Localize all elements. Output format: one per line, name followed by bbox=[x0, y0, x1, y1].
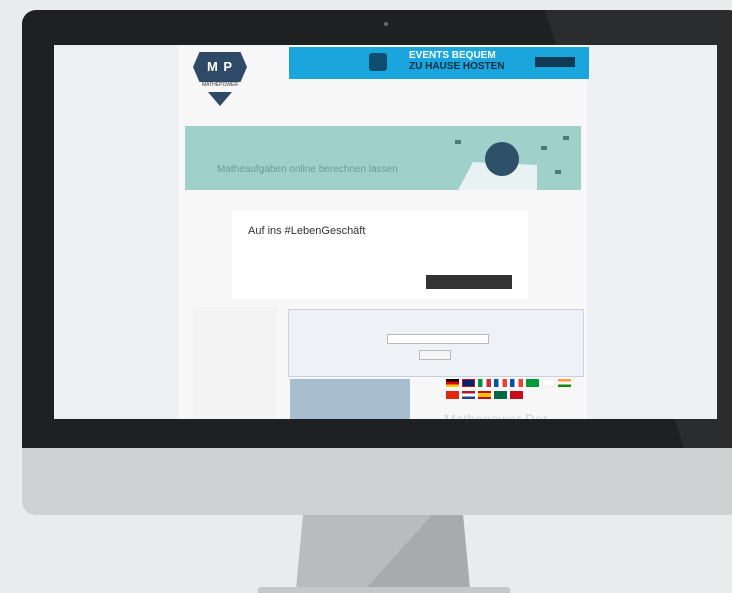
flag-icon[interactable] bbox=[510, 391, 523, 399]
ad-title: EVENTS BEQUEM ZU HAUSE HOSTEN bbox=[409, 50, 505, 72]
monitor-chin bbox=[22, 448, 732, 515]
search-button[interactable] bbox=[419, 350, 451, 360]
ad-banner[interactable]: EVENTS BEQUEM ZU HAUSE HOSTEN bbox=[289, 47, 589, 79]
language-flags bbox=[446, 379, 586, 409]
decorative-shape bbox=[455, 140, 461, 144]
flag-icon[interactable] bbox=[446, 379, 459, 387]
flag-icon[interactable] bbox=[494, 391, 507, 399]
hero-character-icon bbox=[485, 142, 519, 176]
flag-icon[interactable] bbox=[494, 379, 507, 387]
page-heading: Mathepower Der bbox=[444, 411, 548, 419]
logo-triangle-icon bbox=[208, 92, 232, 106]
screen: M P MATHEPOWER EVENTS BEQUEM ZU HAUSE HO… bbox=[54, 45, 717, 419]
promo-image[interactable] bbox=[290, 379, 410, 419]
hero-tagline: Matheaufgaben online berechnen lassen bbox=[217, 164, 398, 175]
site-logo[interactable]: M P MATHEPOWER bbox=[190, 52, 250, 108]
flag-icon[interactable] bbox=[462, 379, 475, 387]
logo-mark: M P bbox=[193, 52, 247, 82]
decorative-shape bbox=[541, 146, 547, 150]
decorative-shape bbox=[563, 136, 569, 140]
logo-subtitle: MATHEPOWER bbox=[201, 82, 239, 88]
ad-title-line1: EVENTS BEQUEM bbox=[409, 50, 496, 61]
consent-button[interactable] bbox=[426, 275, 512, 289]
flag-icon[interactable] bbox=[478, 391, 491, 399]
decorative-shape bbox=[555, 170, 561, 174]
monitor-base bbox=[258, 587, 510, 593]
flag-icon[interactable] bbox=[542, 379, 555, 387]
flag-icon[interactable] bbox=[558, 379, 571, 387]
flag-icon[interactable] bbox=[462, 391, 475, 399]
consent-box: Auf ins #LebenGeschäft bbox=[232, 211, 528, 299]
search-panel bbox=[288, 309, 584, 377]
flag-icon[interactable] bbox=[478, 379, 491, 387]
sidebar bbox=[193, 307, 277, 419]
ad-button[interactable] bbox=[535, 57, 575, 67]
flag-icon[interactable] bbox=[526, 379, 539, 387]
ad-image-icon bbox=[369, 53, 387, 71]
search-input[interactable] bbox=[387, 334, 489, 344]
flag-icon[interactable] bbox=[446, 391, 459, 399]
consent-title: Auf ins #LebenGeschäft bbox=[248, 225, 366, 237]
hero-banner: Matheaufgaben online berechnen lassen bbox=[185, 126, 581, 190]
camera-icon bbox=[384, 22, 388, 26]
flag-icon[interactable] bbox=[510, 379, 523, 387]
ad-title-line2: ZU HAUSE HOSTEN bbox=[409, 61, 505, 72]
